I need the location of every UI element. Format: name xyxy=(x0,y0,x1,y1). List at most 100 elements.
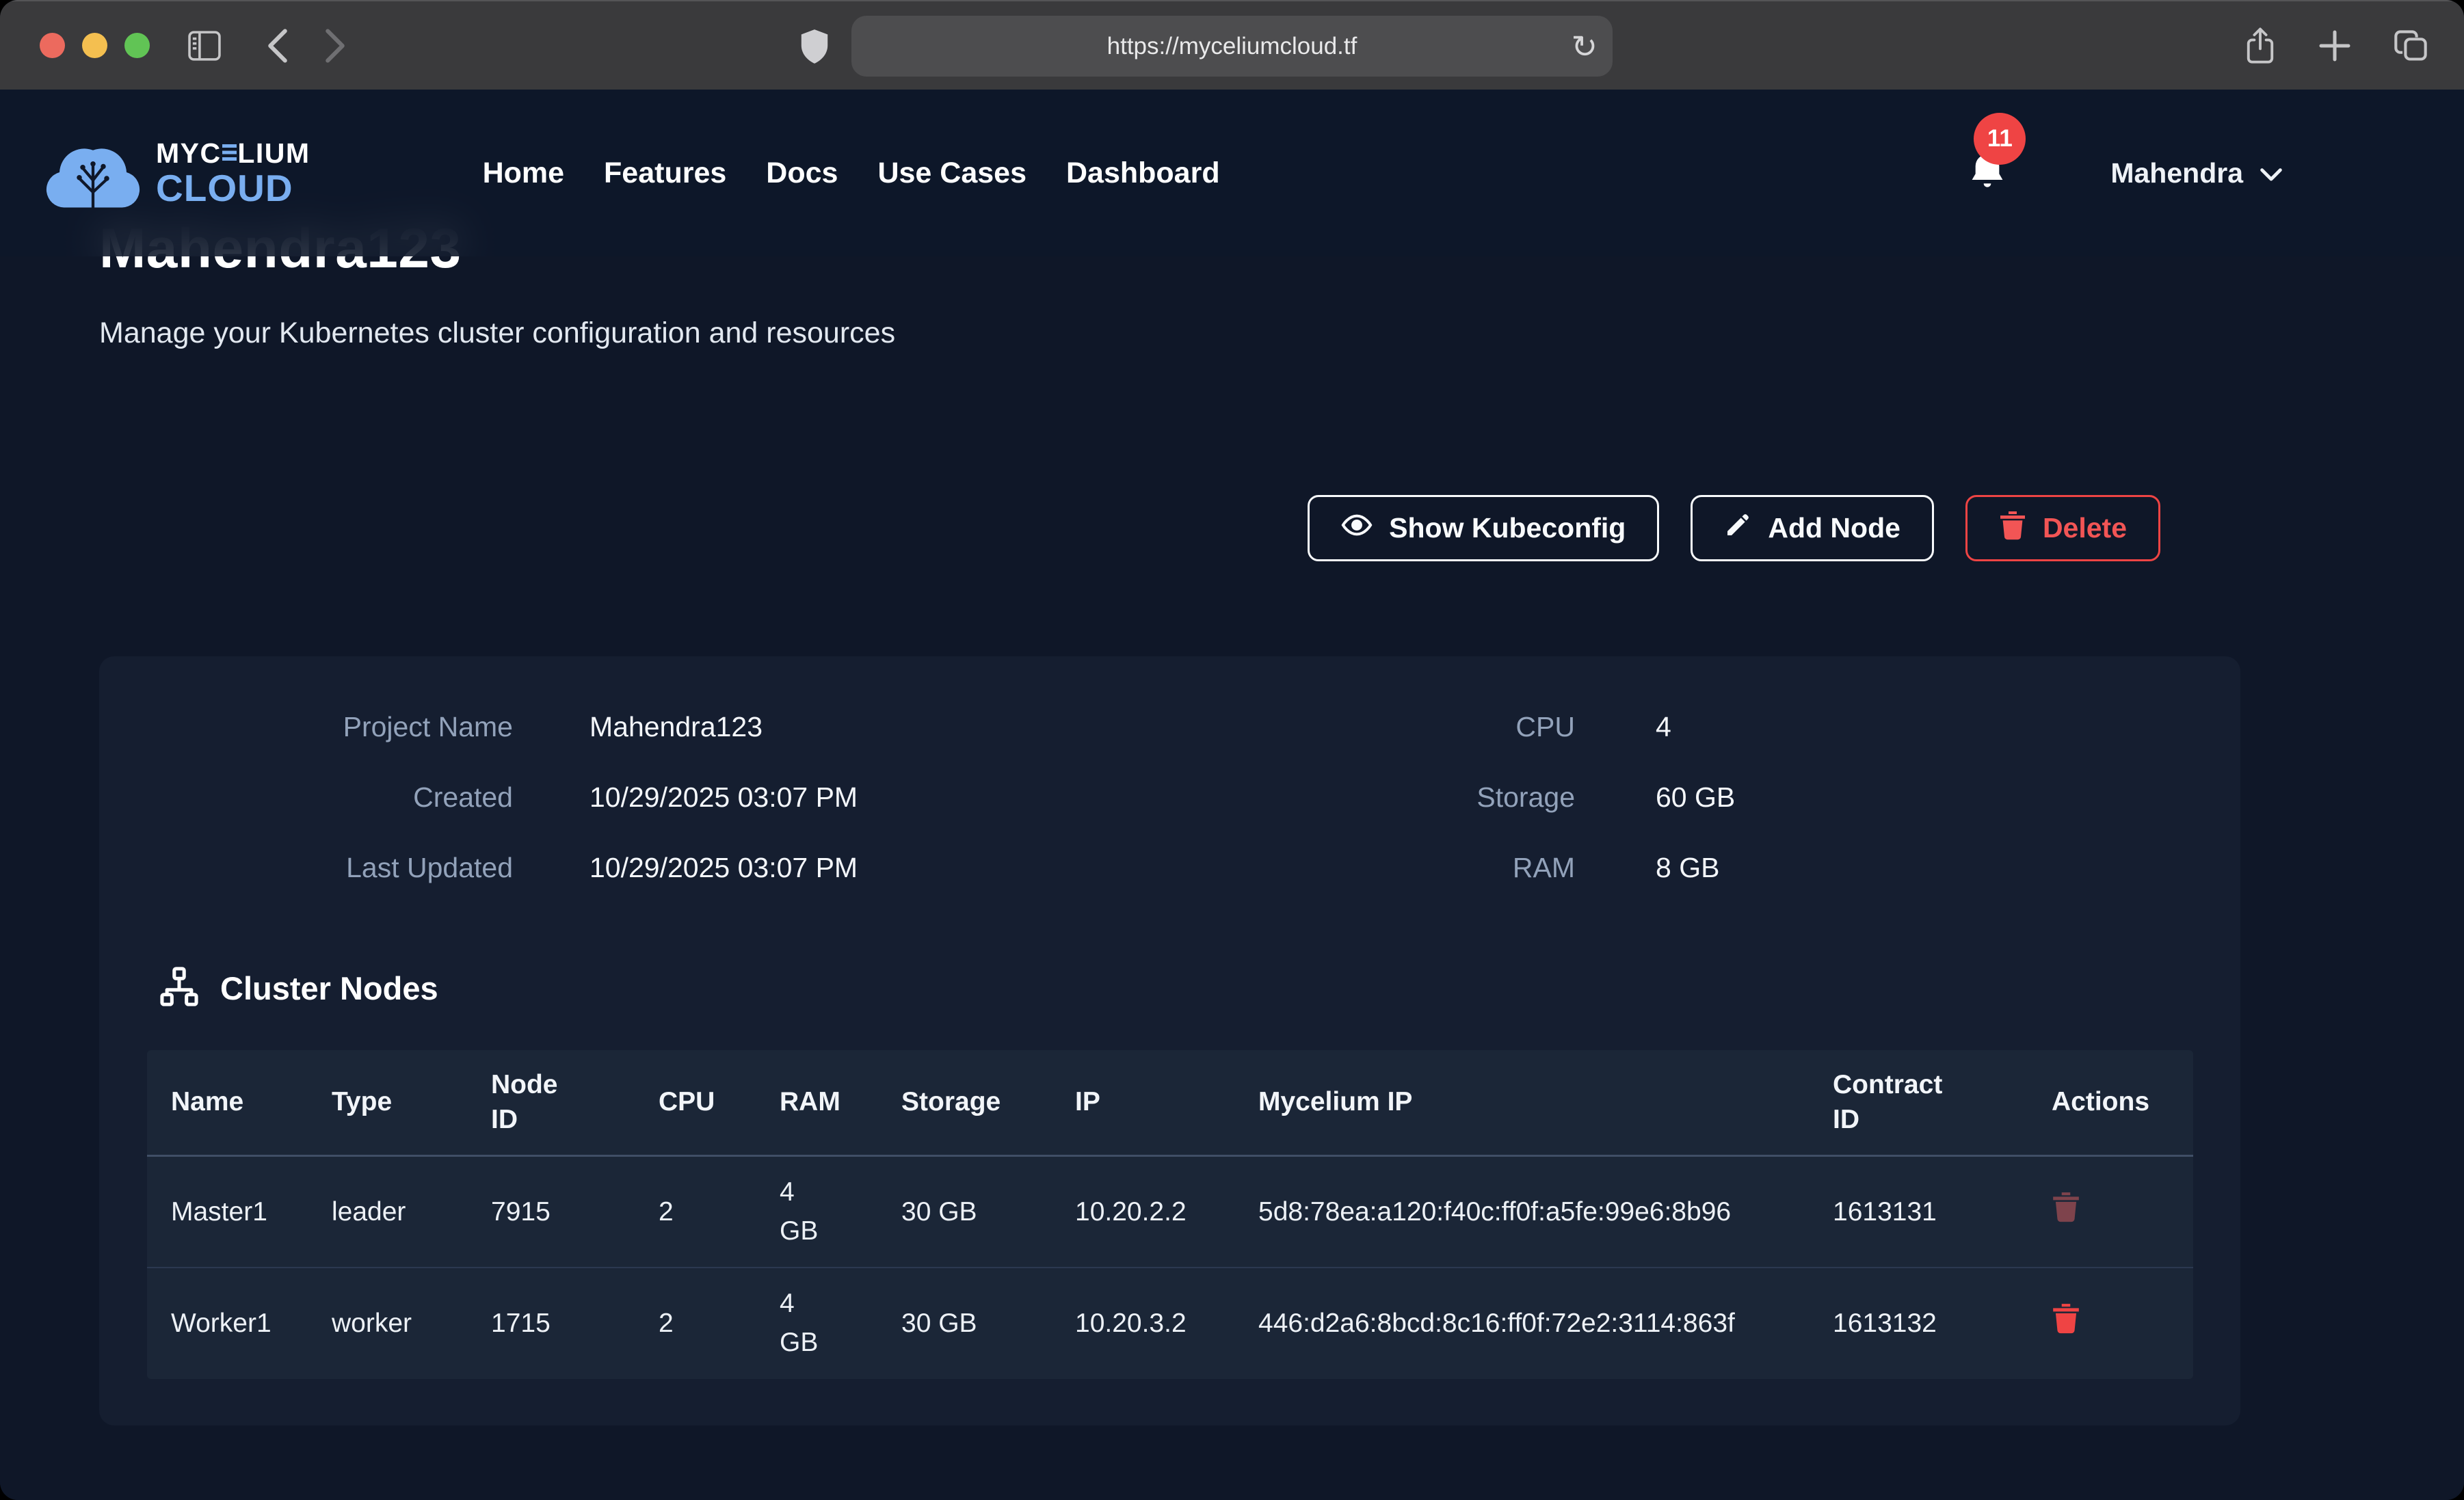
detail-value: 10/29/2025 03:07 PM xyxy=(589,781,1199,814)
browser-window: https://myceliumcloud.tf ↻ Mahendra123 M… xyxy=(0,0,2464,1500)
column-header: Node ID xyxy=(467,1050,635,1156)
navbar-right: 11 Mahendra xyxy=(1965,150,2423,197)
brand-letter-e xyxy=(222,144,237,162)
detail-label: Last Updated xyxy=(157,852,513,884)
detail-label: Project Name xyxy=(157,711,513,743)
detail-row: Last Updated 10/29/2025 03:07 PM xyxy=(157,852,1199,884)
detail-row: Project Name Mahendra123 xyxy=(157,711,1199,743)
reload-icon[interactable]: ↻ xyxy=(1571,31,1598,62)
nav-link-docs[interactable]: Docs xyxy=(766,157,838,190)
detail-value: 60 GB xyxy=(1656,781,2240,814)
chevron-down-icon xyxy=(2260,157,2283,189)
browser-toolbar: https://myceliumcloud.tf ↻ xyxy=(0,0,2464,90)
pencil-icon xyxy=(1724,511,1751,546)
node-row-master1: Master1 leader 7915 2 4 GB 30 GB 10.20.2… xyxy=(147,1156,2193,1268)
nav-link-features[interactable]: Features xyxy=(604,157,726,190)
detail-label: Created xyxy=(157,781,513,814)
nav-link-dashboard[interactable]: Dashboard xyxy=(1066,157,1220,190)
detail-row: RAM 8 GB xyxy=(1199,852,2240,884)
cell-actions xyxy=(2028,1268,2193,1378)
cell-type: worker xyxy=(308,1268,467,1378)
cell-ip: 10.20.3.2 xyxy=(1051,1268,1234,1378)
detail-row: Storage 60 GB xyxy=(1199,781,2240,814)
detail-label: Storage xyxy=(1199,781,1575,814)
cell-contract-id: 1613132 xyxy=(1809,1268,2028,1378)
cell-actions xyxy=(2028,1156,2193,1268)
close-window-button[interactable] xyxy=(40,33,65,58)
cell-node-id: 7915 xyxy=(467,1156,635,1268)
delete-cluster-button[interactable]: Delete xyxy=(1965,495,2160,561)
delete-node-button[interactable] xyxy=(2052,1191,2080,1222)
cell-ram: 4 GB xyxy=(756,1268,877,1378)
tabs-overview-icon[interactable] xyxy=(2393,29,2428,63)
cell-name: Worker1 xyxy=(147,1268,308,1378)
detail-value: 4 xyxy=(1656,711,2240,743)
url-text: https://myceliumcloud.tf xyxy=(1107,33,1357,60)
trash-icon xyxy=(1999,510,2026,547)
add-node-button[interactable]: Add Node xyxy=(1691,495,1934,561)
notification-count-badge: 11 xyxy=(1974,113,2026,165)
cell-contract-id: 1613131 xyxy=(1809,1156,2028,1268)
cell-storage: 30 GB xyxy=(877,1156,1051,1268)
table-header-row: Name Type Node ID CPU RAM Storage IP Myc… xyxy=(147,1050,2193,1156)
column-header: CPU xyxy=(635,1050,756,1156)
node-row-worker1: Worker1 worker 1715 2 4 GB 30 GB 10.20.3… xyxy=(147,1268,2193,1378)
privacy-shield-icon[interactable] xyxy=(799,29,830,64)
cell-ip: 10.20.2.2 xyxy=(1051,1156,1234,1268)
project-details: Project Name Mahendra123 Created 10/29/2… xyxy=(99,711,2240,884)
address-bar[interactable]: https://myceliumcloud.tf ↻ xyxy=(851,16,1613,77)
column-header: Actions xyxy=(2028,1050,2193,1156)
sidebar-toggle-icon[interactable] xyxy=(187,30,222,62)
detail-row: CPU 4 xyxy=(1199,711,2240,743)
toolbar-right-icons xyxy=(2244,1,2428,90)
nav-link-use-cases[interactable]: Use Cases xyxy=(877,157,1026,190)
nav-link-home[interactable]: Home xyxy=(483,157,564,190)
new-tab-icon[interactable] xyxy=(2318,29,2352,63)
back-icon[interactable] xyxy=(266,27,289,64)
share-icon[interactable] xyxy=(2244,27,2277,65)
cluster-details-panel: Project Name Mahendra123 Created 10/29/2… xyxy=(99,656,2240,1425)
webpage: Mahendra123 Manage your Kubernetes clust… xyxy=(0,90,2464,1500)
column-header: IP xyxy=(1051,1050,1234,1156)
cell-ram: 4 GB xyxy=(756,1156,877,1268)
cluster-nodes-table: Name Type Node ID CPU RAM Storage IP Myc… xyxy=(147,1050,2193,1379)
show-kubeconfig-button[interactable]: Show Kubeconfig xyxy=(1308,495,1659,561)
brand-word-cloud: CLOUD xyxy=(156,170,310,207)
cell-node-id: 1715 xyxy=(467,1268,635,1378)
forward-icon[interactable] xyxy=(323,27,347,64)
eye-icon xyxy=(1341,509,1373,548)
bell-icon xyxy=(1965,185,2009,196)
brand-logo[interactable]: MYCLIUM CLOUD xyxy=(41,127,310,219)
main-content: Mahendra123 Manage your Kubernetes clust… xyxy=(0,90,2464,1425)
user-name: Mahendra xyxy=(2110,157,2243,189)
detail-label: RAM xyxy=(1199,852,1575,884)
delete-node-button[interactable] xyxy=(2052,1302,2080,1334)
nav-links: Home Features Docs Use Cases Dashboard xyxy=(483,157,1220,190)
network-hierarchy-icon xyxy=(157,965,201,1012)
cell-name: Master1 xyxy=(147,1156,308,1268)
cell-type: leader xyxy=(308,1156,467,1268)
page-subtitle: Manage your Kubernetes cluster configura… xyxy=(99,317,2365,350)
column-header: RAM xyxy=(756,1050,877,1156)
detail-value: Mahendra123 xyxy=(589,711,1199,743)
cell-storage: 30 GB xyxy=(877,1268,1051,1378)
cluster-actions: Show Kubeconfig Add Node Delete xyxy=(99,495,2160,561)
brand-word-mycelium: MYCLIUM xyxy=(156,139,310,168)
detail-value: 10/29/2025 03:07 PM xyxy=(589,852,1199,884)
traffic-lights xyxy=(40,33,150,58)
site-navbar: MYCLIUM CLOUD Home Features Docs Use Cas… xyxy=(0,90,2464,256)
detail-label: CPU xyxy=(1199,711,1575,743)
detail-row: Created 10/29/2025 03:07 PM xyxy=(157,781,1199,814)
column-header: Type xyxy=(308,1050,467,1156)
cell-mycelium-ip: 446:d2a6:8bcd:8c16:ff0f:72e2:3114:863f xyxy=(1234,1268,1809,1378)
minimize-window-button[interactable] xyxy=(82,33,107,58)
detail-value: 8 GB xyxy=(1656,852,2240,884)
column-header: Name xyxy=(147,1050,308,1156)
cell-mycelium-ip: 5d8:78ea:a120:f40c:ff0f:a5fe:99e6:8b96 xyxy=(1234,1156,1809,1268)
zoom-window-button[interactable] xyxy=(124,33,150,58)
cluster-nodes-heading: Cluster Nodes xyxy=(157,965,2240,1012)
mycelium-cloud-logo-icon xyxy=(41,127,145,219)
notifications-button[interactable]: 11 xyxy=(1965,150,2009,197)
user-menu[interactable]: Mahendra xyxy=(2110,157,2283,189)
column-header: Mycelium IP xyxy=(1234,1050,1809,1156)
